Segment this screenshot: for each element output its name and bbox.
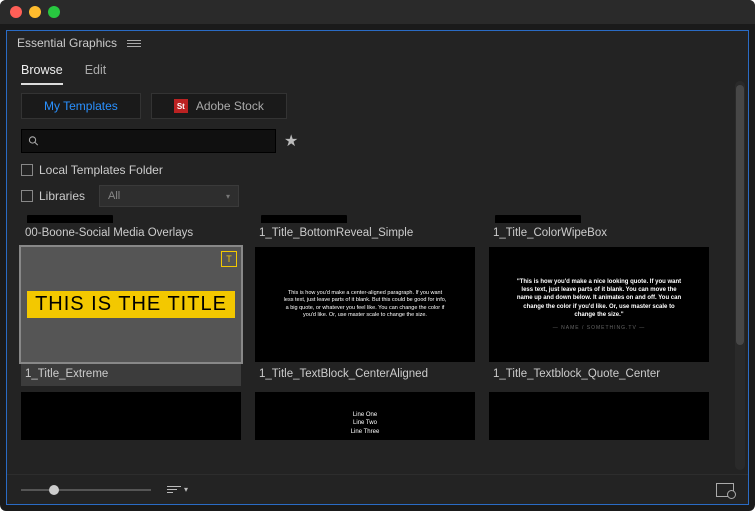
local-folder-checkbox[interactable]	[21, 164, 33, 176]
folder-label: 1_Title_BottomReveal_Simple	[255, 223, 475, 245]
source-adobe-stock-label: Adobe Stock	[196, 99, 264, 113]
panel-header: Essential Graphics	[7, 31, 748, 55]
panel-tabs: Browse Edit	[7, 55, 748, 85]
local-folder-row: Local Templates Folder	[21, 163, 734, 177]
new-item-icon[interactable]	[716, 483, 734, 497]
scrollbar-thumb[interactable]	[736, 85, 744, 345]
sort-icon	[167, 484, 181, 495]
panel-title: Essential Graphics	[17, 36, 117, 50]
thumbnail-title-text: THIS IS THE TITLE	[27, 291, 235, 318]
thumbnail-attribution: — NAME / SOMETHING.TV —	[553, 325, 645, 331]
thumbnail-lines: Line One Line Two Line Three	[351, 411, 380, 436]
search-row: ★	[21, 129, 734, 153]
template-thumbnail: Line One Line Two Line Three	[255, 392, 475, 440]
titlebar	[0, 0, 755, 24]
source-my-templates-label: My Templates	[44, 99, 118, 113]
folder-row: 00-Boone-Social Media Overlays 1_Title_B…	[21, 215, 734, 245]
chevron-down-icon: ▾	[184, 485, 188, 494]
folder-tab-icon	[27, 215, 113, 223]
source-adobe-stock[interactable]: St Adobe Stock	[151, 93, 287, 119]
thumbnail-size-slider[interactable]	[21, 483, 151, 497]
chevron-down-icon: ▾	[226, 192, 230, 201]
template-item[interactable]: Line One Line Two Line Three	[255, 392, 475, 440]
search-input[interactable]	[45, 134, 269, 148]
mogrt-badge-icon: T	[221, 251, 237, 267]
panel-menu-icon[interactable]	[127, 40, 141, 47]
libraries-label: Libraries	[39, 189, 85, 203]
template-item-centeraligned[interactable]: This is how you'd make a center-aligned …	[255, 247, 475, 386]
libraries-filter-value: All	[108, 190, 120, 202]
panel-footer: ▾	[7, 474, 748, 504]
folder-item[interactable]: 1_Title_BottomReveal_Simple	[255, 215, 475, 245]
thumbnail-paragraph: This is how you'd make a center-aligned …	[255, 290, 475, 319]
source-row: My Templates St Adobe Stock	[21, 93, 734, 119]
folder-item[interactable]: 1_Title_ColorWipeBox	[489, 215, 709, 245]
folder-tab-icon	[495, 215, 581, 223]
template-thumbnail	[489, 392, 709, 440]
panel-body: My Templates St Adobe Stock ★ Local Temp…	[7, 85, 748, 504]
close-traffic-light[interactable]	[10, 6, 22, 18]
adobe-stock-icon: St	[174, 99, 188, 113]
search-icon	[28, 135, 39, 147]
template-item-quote-center[interactable]: "This is how you'd make a nice looking q…	[489, 247, 709, 386]
template-item[interactable]	[489, 392, 709, 440]
libraries-checkbox[interactable]	[21, 190, 33, 202]
template-item-extreme[interactable]: T THIS IS THE TITLE 1_Title_Extreme	[21, 247, 241, 386]
source-my-templates[interactable]: My Templates	[21, 93, 141, 119]
tab-edit[interactable]: Edit	[85, 63, 107, 85]
tab-browse[interactable]: Browse	[21, 63, 63, 85]
template-label: 1_Title_Extreme	[21, 362, 241, 386]
local-folder-label: Local Templates Folder	[39, 163, 163, 177]
sort-button[interactable]: ▾	[167, 484, 188, 495]
template-thumbnail	[21, 392, 241, 440]
libraries-filter-select[interactable]: All ▾	[99, 185, 239, 207]
zoom-traffic-light[interactable]	[48, 6, 60, 18]
slider-thumb[interactable]	[49, 485, 59, 495]
folder-label: 00-Boone-Social Media Overlays	[21, 223, 241, 245]
template-thumbnail: "This is how you'd make a nice looking q…	[489, 247, 709, 362]
thumbnail-quote: "This is how you'd make a nice looking q…	[489, 278, 709, 318]
template-label: 1_Title_TextBlock_CenterAligned	[255, 362, 475, 386]
folder-tab-icon	[261, 215, 347, 223]
folder-item[interactable]: 00-Boone-Social Media Overlays	[21, 215, 241, 245]
slider-track	[21, 489, 151, 491]
template-item[interactable]	[21, 392, 241, 440]
template-label: 1_Title_Textblock_Quote_Center	[489, 362, 709, 386]
template-grid: T THIS IS THE TITLE 1_Title_Extreme This…	[21, 247, 734, 440]
folder-label: 1_Title_ColorWipeBox	[489, 223, 709, 245]
favorites-star-icon[interactable]: ★	[284, 131, 298, 151]
template-thumbnail: This is how you'd make a center-aligned …	[255, 247, 475, 362]
essential-graphics-panel: Essential Graphics Browse Edit My Templa…	[6, 30, 749, 505]
minimize-traffic-light[interactable]	[29, 6, 41, 18]
template-thumbnail: T THIS IS THE TITLE	[21, 247, 241, 362]
app-window: Essential Graphics Browse Edit My Templa…	[0, 0, 755, 511]
scrollbar[interactable]	[735, 81, 745, 470]
search-field[interactable]	[21, 129, 276, 153]
libraries-row: Libraries All ▾	[21, 185, 734, 207]
